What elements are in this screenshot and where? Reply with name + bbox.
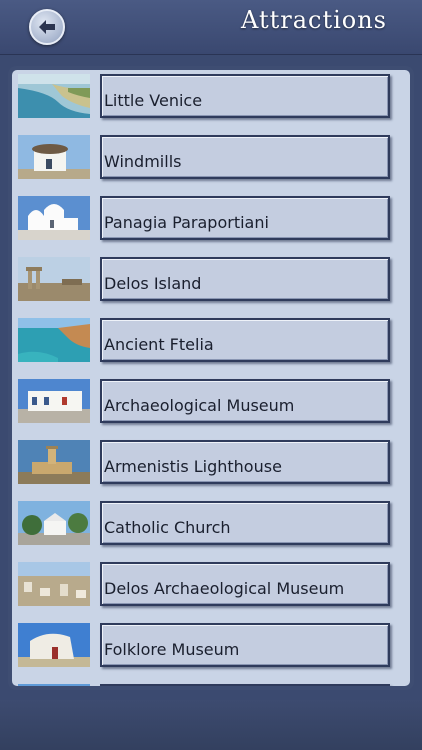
thumbnail-image [18,257,90,301]
thumbnail-image [18,318,90,362]
attraction-button[interactable]: Windmills [100,135,390,179]
attraction-label: Delos Island [104,274,202,293]
page-title: Attractions [241,6,387,34]
list-item[interactable]: Windmills [12,135,410,196]
list-item[interactable] [12,684,410,686]
list-item[interactable]: Little Venice [12,74,410,135]
attraction-button[interactable]: Delos Island [100,257,390,301]
thumbnail-image [18,135,90,179]
list-item[interactable]: Archaeological Museum [12,379,410,440]
thumbnail-image [18,196,90,240]
attraction-label: Delos Archaeological Museum [104,579,345,598]
attraction-label: Little Venice [104,91,203,110]
attraction-button[interactable]: Armenistis Lighthouse [100,440,390,484]
attraction-button[interactable]: Catholic Church [100,501,390,545]
attraction-button[interactable]: Archaeological Museum [100,379,390,423]
attraction-button[interactable] [100,684,390,686]
thumbnail-image [18,74,90,118]
list-item[interactable]: Delos Island [12,257,410,318]
list-item[interactable]: Armenistis Lighthouse [12,440,410,501]
attraction-label: Ancient Ftelia [104,335,214,354]
list-item[interactable]: Catholic Church [12,501,410,562]
attraction-label: Catholic Church [104,518,231,537]
thumbnail-image [18,501,90,545]
thumbnail-image [18,379,90,423]
footer-bar [0,700,422,750]
attractions-list[interactable]: Little Venice Windmills Panagia Paraport… [12,70,410,686]
attraction-label: Windmills [104,152,182,171]
list-item[interactable]: Delos Archaeological Museum [12,562,410,623]
thumbnail-image [18,684,90,686]
thumbnail-image [18,562,90,606]
thumbnail-image [18,623,90,667]
attraction-button[interactable]: Little Venice [100,74,390,118]
back-arrow-icon [39,20,55,34]
app-header: Attractions [0,0,422,55]
thumbnail-image [18,440,90,484]
attraction-button[interactable]: Panagia Paraportiani [100,196,390,240]
list-item[interactable]: Ancient Ftelia [12,318,410,379]
attraction-label: Archaeological Museum [104,396,295,415]
attraction-button[interactable]: Folklore Museum [100,623,390,667]
attraction-button[interactable]: Ancient Ftelia [100,318,390,362]
list-item[interactable]: Panagia Paraportiani [12,196,410,257]
attraction-label: Panagia Paraportiani [104,213,269,232]
attraction-button[interactable]: Delos Archaeological Museum [100,562,390,606]
back-button[interactable] [29,9,65,45]
attraction-label: Armenistis Lighthouse [104,457,282,476]
attraction-label: Folklore Museum [104,640,240,659]
list-item[interactable]: Folklore Museum [12,623,410,684]
attractions-list-panel: Little Venice Windmills Panagia Paraport… [8,66,414,690]
